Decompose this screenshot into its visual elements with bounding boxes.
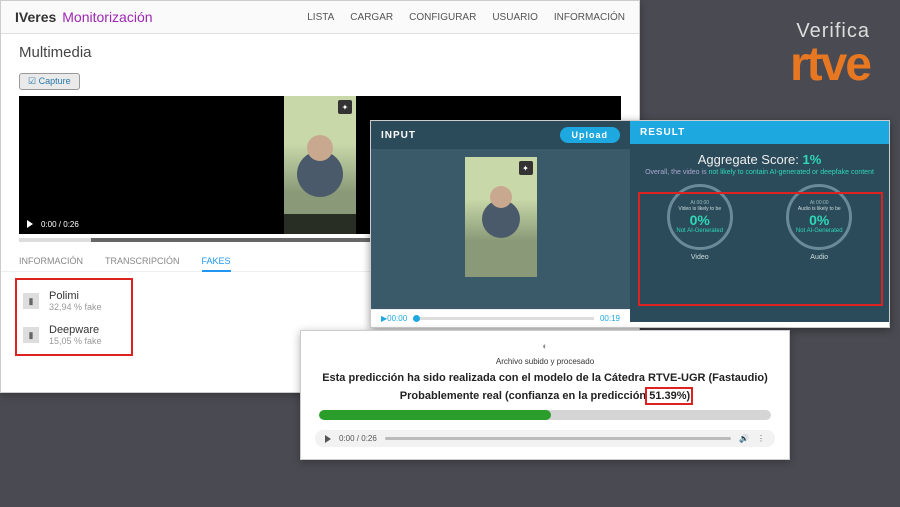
audio-start: 00:00	[387, 314, 407, 323]
confidence-bar	[319, 410, 771, 420]
df-result-header: RESULT	[630, 121, 889, 144]
circle-status: Not AI-Generated	[796, 228, 843, 234]
aggregate-score: Aggregate Score: 1%	[640, 152, 879, 167]
pred-audio-player[interactable]: 0:00 / 0:26 🔊	[315, 430, 775, 447]
circle-caption: Audio	[786, 254, 852, 261]
agg-sub-highlight: not likely to contain AI-generated or de…	[709, 169, 874, 176]
tab-informacion[interactable]: INFORMACIÓN	[19, 256, 83, 267]
watermark: Verifica rtve	[790, 20, 870, 86]
prediction-model-line: Esta predicción ha sido realizada con el…	[315, 372, 775, 384]
pred-value: 51.39%	[649, 390, 686, 402]
df-input-header: INPUT Upload	[371, 121, 630, 149]
fake-pct: 15,05 % fake	[49, 336, 102, 346]
bars-icon: ▮	[23, 293, 39, 309]
deepfake-detector-panel: INPUT Upload ✦ ▶ 00:00 00:19 RESULT Aggr…	[370, 120, 890, 328]
audio-time: 0:00 / 0:26	[339, 434, 377, 443]
confidence-bar-fill	[319, 410, 551, 420]
df-audio-player[interactable]: ▶ 00:00 00:19	[371, 309, 630, 327]
circle-caption: Video	[667, 254, 733, 261]
nav-usuario[interactable]: USUARIO	[492, 12, 538, 23]
agg-subtitle: Overall, the video is not likely to cont…	[640, 169, 879, 176]
thumb-badge-icon: ✦	[519, 161, 533, 175]
thumb-badge-icon: ✦	[338, 100, 352, 114]
df-video-thumbnail: ✦	[465, 157, 537, 277]
agg-label: Aggregate Score:	[698, 152, 799, 167]
mon-nav: LISTA CARGAR CONFIGURAR USUARIO INFORMAC…	[307, 12, 625, 23]
upload-button[interactable]: Upload	[560, 127, 621, 143]
circle-audio: At 00:00 Audio is likely to be 0% Not AI…	[786, 184, 852, 261]
mon-logo: IVeres	[15, 9, 56, 25]
circle-pct: 0%	[809, 212, 829, 228]
mon-header: IVeres Monitorización LISTA CARGAR CONFI…	[1, 1, 639, 34]
bars-icon: ▮	[23, 327, 39, 343]
fake-name: Polimi	[49, 290, 102, 302]
circle-status: Not AI-Generated	[676, 228, 723, 234]
pred-post: )	[687, 390, 691, 402]
pred-pre: Probablemente real (confianza en la pred…	[400, 390, 649, 402]
play-icon[interactable]	[27, 220, 33, 228]
nav-lista[interactable]: LISTA	[307, 12, 334, 23]
mon-section-title: Multimedia	[1, 34, 639, 71]
capture-toggle[interactable]: ☑ Capture	[19, 73, 80, 90]
volume-icon[interactable]: 🔊	[739, 434, 749, 443]
circle-pct: 0%	[690, 212, 710, 228]
tab-transcripcion[interactable]: TRANSCRIPCIÓN	[105, 256, 180, 267]
uploaded-icon: ◐	[315, 341, 775, 351]
df-result-body: Aggregate Score: 1% Overall, the video i…	[630, 144, 889, 322]
nav-informacion[interactable]: INFORMACIÓN	[554, 12, 625, 23]
watermark-line2: rtve	[790, 43, 870, 86]
df-input-body: ✦	[371, 149, 630, 309]
prediction-panel: ◐ Archivo subido y procesado Esta predic…	[300, 330, 790, 460]
agg-value: 1%	[803, 152, 822, 167]
circle-video: At 00:00 Video is likely to be 0% Not AI…	[667, 184, 733, 261]
nav-cargar[interactable]: CARGAR	[350, 12, 393, 23]
prediction-result-line: Probablemente real (confianza en la pred…	[315, 390, 775, 402]
input-label: INPUT	[381, 130, 416, 141]
agg-sub-pre: Overall, the video is	[645, 169, 708, 176]
fake-pct: 32,94 % fake	[49, 302, 102, 312]
video-time: 0:00 / 0:26	[41, 220, 79, 229]
fake-name: Deepware	[49, 324, 102, 336]
play-icon[interactable]	[325, 435, 331, 443]
mon-title: Monitorización	[62, 9, 152, 25]
nav-configurar[interactable]: CONFIGURAR	[409, 12, 476, 23]
uploaded-text: Archivo subido y procesado	[315, 357, 775, 366]
tab-fakes[interactable]: FAKES	[202, 256, 231, 272]
audio-end: 00:19	[600, 314, 620, 323]
menu-icon[interactable]	[757, 434, 765, 443]
audio-scrubber[interactable]	[385, 437, 731, 440]
audio-scrubber[interactable]	[413, 317, 594, 320]
